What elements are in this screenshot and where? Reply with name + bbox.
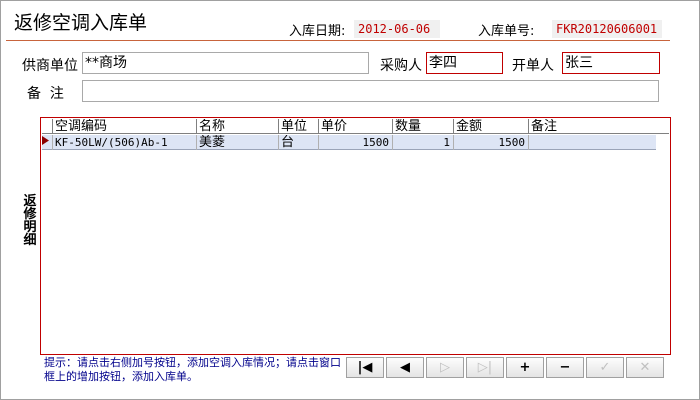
purchaser-label: 采购人 bbox=[380, 58, 422, 74]
order-number-value: FKR20120606001 bbox=[552, 20, 662, 38]
date-label: 入库日期: bbox=[289, 24, 346, 39]
cell-price[interactable]: 1500 bbox=[318, 135, 392, 150]
date-value: 2012-06-06 bbox=[354, 20, 440, 38]
note-label: 备 注 bbox=[27, 86, 64, 102]
confirm-button[interactable]: ✓ bbox=[586, 357, 624, 378]
cell-name[interactable]: 美菱 bbox=[196, 135, 278, 150]
page-title: 返修空调入库单 bbox=[14, 12, 148, 34]
column-header[interactable]: 空调编码 bbox=[52, 119, 196, 134]
remove-row-button[interactable]: − bbox=[546, 357, 584, 378]
add-row-button[interactable]: + bbox=[506, 357, 544, 378]
column-header[interactable]: 名称 bbox=[196, 119, 278, 134]
note-field[interactable] bbox=[82, 80, 659, 102]
next-record-button[interactable]: ▷ bbox=[426, 357, 464, 378]
last-record-button[interactable]: ▷| bbox=[466, 357, 504, 378]
column-header[interactable]: 单价 bbox=[318, 119, 392, 134]
supplier-field[interactable]: **商场 bbox=[82, 52, 369, 74]
cancel-button[interactable]: ✕ bbox=[626, 357, 664, 378]
creator-label: 开单人 bbox=[512, 58, 554, 74]
column-header[interactable]: 备注 bbox=[528, 119, 658, 134]
details-grid[interactable]: 空调编码 名称 单位 单价 数量 金额 备注 KF-50LW/(506)Ab-1… bbox=[40, 117, 671, 355]
header-divider bbox=[6, 40, 670, 41]
first-record-button[interactable]: |◀ bbox=[346, 357, 384, 378]
details-side-label: 返修明细 bbox=[23, 194, 37, 248]
row-pointer-icon bbox=[40, 133, 50, 148]
supplier-label: 供商单位 bbox=[22, 58, 78, 74]
creator-field[interactable]: 张三 bbox=[562, 52, 660, 74]
hint-text: 提示：请点击右侧加号按钮，添加空调入库情况；请点击窗口框上的增加按钮，添加入库单… bbox=[44, 356, 341, 383]
column-header[interactable]: 金额 bbox=[453, 119, 528, 134]
cell-note[interactable] bbox=[528, 135, 658, 150]
column-header[interactable]: 数量 bbox=[392, 119, 453, 134]
prev-record-button[interactable]: ◀ bbox=[386, 357, 424, 378]
cell-code[interactable]: KF-50LW/(506)Ab-1 bbox=[52, 135, 196, 150]
grid-header: 空调编码 名称 单位 单价 数量 金额 备注 bbox=[42, 119, 669, 134]
cell-unit[interactable]: 台 bbox=[278, 135, 318, 150]
cell-amount[interactable]: 1500 bbox=[453, 135, 528, 150]
column-header[interactable]: 单位 bbox=[278, 119, 318, 134]
table-row[interactable]: KF-50LW/(506)Ab-1 美菱 台 1500 1 1500 bbox=[42, 135, 656, 150]
order-number-label: 入库单号: bbox=[478, 24, 535, 39]
cell-quantity[interactable]: 1 bbox=[392, 135, 453, 150]
purchaser-field[interactable]: 李四 bbox=[426, 52, 503, 74]
